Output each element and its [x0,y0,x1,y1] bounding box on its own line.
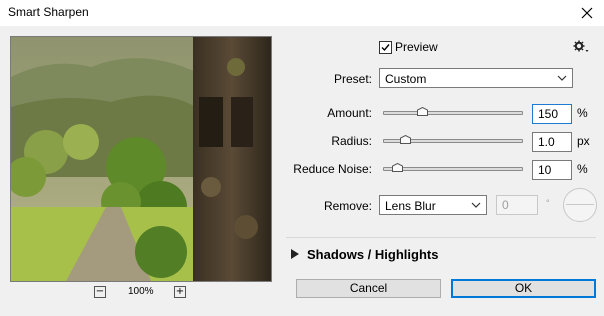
zoom-controls: − 100% + [94,286,188,300]
checkmark-icon [381,44,390,52]
amount-slider-thumb[interactable] [417,107,429,116]
gear-icon [573,40,589,52]
radius-label: Radius: [331,134,372,148]
preview-scene [11,37,271,281]
radius-slider-thumb[interactable] [400,135,412,144]
reduce-noise-slider-thumb[interactable] [392,163,403,172]
chevron-down-icon [557,75,567,81]
amount-input[interactable]: 150 [532,104,572,124]
zoom-out-button[interactable]: − [94,286,106,298]
angle-dial-indicator [566,204,594,205]
window-title: Smart Sharpen [8,5,89,19]
amount-slider[interactable] [383,111,523,115]
preset-select[interactable]: Custom [379,68,573,88]
preset-value: Custom [385,72,427,86]
angle-dial [563,188,597,222]
preview-label: Preview [395,40,438,54]
preview-checkbox[interactable] [379,41,392,54]
section-divider [286,237,596,238]
degree-symbol: ° [546,198,550,208]
settings-menu-button[interactable] [573,40,589,54]
angle-input: 0 [496,195,538,215]
close-button[interactable] [570,0,604,26]
remove-label: Remove: [323,199,372,213]
radius-input[interactable]: 1.0 [532,132,572,152]
chevron-down-icon [471,202,481,208]
remove-value: Lens Blur [385,199,436,213]
reduce-noise-slider[interactable] [383,167,523,171]
amount-unit: % [577,106,588,120]
reduce-noise-input[interactable]: 10 [532,160,572,180]
reduce-noise-unit: % [577,162,588,176]
cancel-button[interactable]: Cancel [296,279,441,298]
radius-unit: px [577,134,590,148]
zoom-level: 100% [128,286,154,297]
zoom-in-button[interactable]: + [174,286,186,298]
remove-select[interactable]: Lens Blur [379,195,487,215]
preset-label: Preset: [333,72,372,86]
preview-image[interactable] [10,36,272,282]
shadows-highlights-label: Shadows / Highlights [307,247,439,262]
triangle-right-icon [291,249,299,259]
ok-button[interactable]: OK [451,279,596,298]
title-bar: Smart Sharpen [0,0,604,26]
close-icon [581,7,593,19]
amount-label: Amount: [327,106,372,120]
reduce-noise-label: Reduce Noise: [293,162,372,176]
